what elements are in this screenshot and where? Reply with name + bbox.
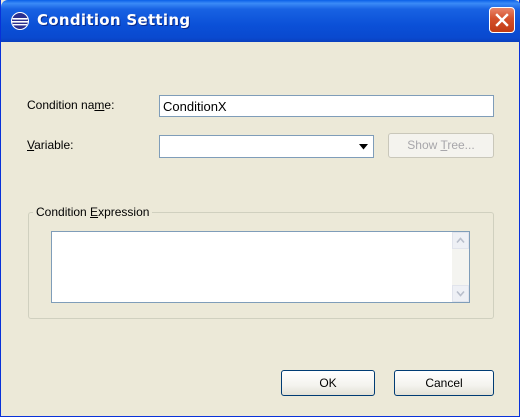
condition-expression-legend-mnemonic: E — [90, 205, 99, 219]
condition-expression-legend: Condition Expression — [33, 205, 153, 219]
variable-select[interactable] — [159, 135, 374, 158]
close-icon — [495, 13, 509, 27]
show-tree-label: Show — [407, 138, 441, 152]
condition-name-label-suffix: e: — [104, 98, 115, 112]
condition-expression-legend-suffix: xpression — [98, 205, 150, 219]
scroll-up-icon — [456, 237, 465, 244]
variable-label: Variable: — [27, 138, 73, 152]
condition-name-label-mnemonic: m — [94, 98, 105, 112]
condition-setting-dialog: Condition Setting Condition name: Condit… — [0, 0, 520, 417]
close-button[interactable] — [489, 7, 515, 33]
app-icon — [11, 12, 29, 30]
show-tree-button[interactable]: Show Tree... — [388, 133, 494, 158]
condition-name-value: ConditionX — [163, 99, 227, 114]
cancel-button[interactable]: Cancel — [394, 370, 494, 396]
show-tree-label-suffix: ree... — [447, 138, 475, 152]
title-bar[interactable]: Condition Setting — [1, 0, 520, 42]
vertical-scrollbar[interactable] — [452, 232, 469, 302]
condition-name-label-text: Condition na — [27, 98, 95, 112]
window-title: Condition Setting — [37, 11, 191, 29]
variable-label-text: ariable: — [34, 138, 74, 152]
ok-button[interactable]: OK — [281, 370, 375, 396]
variable-dropdown-button[interactable] — [355, 137, 372, 156]
scroll-down-icon — [456, 290, 465, 297]
condition-expression-textarea[interactable] — [51, 231, 470, 303]
condition-name-field[interactable]: ConditionX — [159, 95, 494, 117]
condition-name-label: Condition name: — [27, 98, 114, 112]
scroll-up-button[interactable] — [452, 232, 469, 249]
condition-expression-legend-text: Condition — [36, 205, 91, 219]
scroll-down-button[interactable] — [452, 285, 469, 302]
chevron-down-icon — [359, 144, 368, 150]
